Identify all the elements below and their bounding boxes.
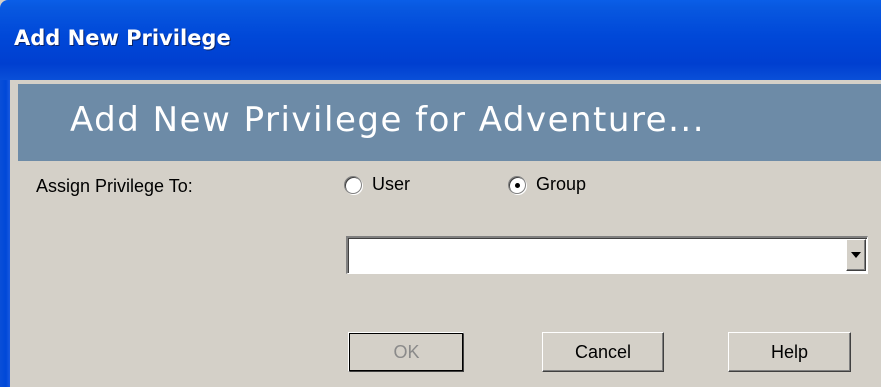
title-bar[interactable]: Add New Privilege: [0, 0, 881, 80]
chevron-down-icon: [851, 252, 861, 258]
group-select-dropdown[interactable]: [346, 236, 868, 274]
group-radio-label: Group: [536, 174, 587, 194]
header-banner: Add New Privilege for Adventure...: [18, 84, 881, 161]
user-radio-label: User: [372, 174, 411, 194]
ok-button[interactable]: OK: [348, 332, 464, 372]
header-title: Add New Privilege for Adventure...: [70, 100, 706, 140]
group-radio-button[interactable]: [508, 175, 526, 194]
dropdown-toggle-button[interactable]: [846, 239, 866, 271]
assign-privilege-label: Assign Privilege To:: [36, 176, 193, 196]
user-radio-button[interactable]: [344, 175, 362, 194]
group-radio-option[interactable]: Group: [508, 174, 586, 195]
radio-selected-dot: [515, 182, 520, 188]
window-frame-left: [0, 80, 10, 387]
cancel-button[interactable]: Cancel: [542, 332, 664, 372]
user-radio-option[interactable]: User: [344, 174, 410, 195]
dialog-body: Add New Privilege for Adventure... Assig…: [10, 80, 881, 387]
help-button[interactable]: Help: [728, 332, 851, 372]
add-new-privilege-dialog: Add New Privilege Add New Privilege for …: [0, 0, 881, 387]
window-title: Add New Privilege: [14, 26, 231, 50]
